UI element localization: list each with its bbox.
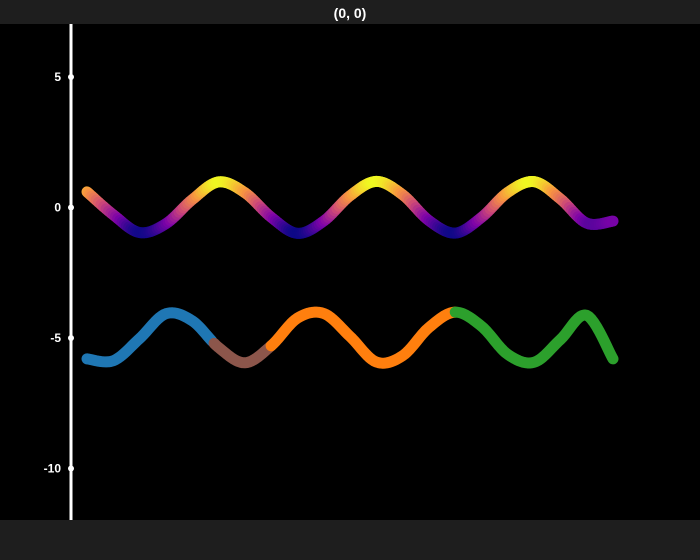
plot-area[interactable]: 5 0 -5 -10 xyxy=(0,24,700,520)
series-segment xyxy=(265,306,461,369)
series-segment xyxy=(208,337,277,369)
plot-window: (0, 0) 5 0 -5 -10 xyxy=(0,0,700,560)
y-tick-label: 0 xyxy=(54,201,61,215)
chart-svg: 5 0 -5 -10 xyxy=(44,24,619,520)
series-segment xyxy=(81,307,218,368)
y-tick-mark xyxy=(68,465,74,472)
y-tick-mark xyxy=(68,74,74,80)
window-title: (0, 0) xyxy=(0,0,700,24)
y-tick-mark xyxy=(68,204,74,211)
y-tick-label: -10 xyxy=(44,462,62,476)
y-tick-mark xyxy=(68,335,74,341)
series-segment xyxy=(449,306,619,369)
bottom-bar xyxy=(0,520,700,560)
y-tick-label: -5 xyxy=(50,331,61,345)
y-tick-label: 5 xyxy=(54,70,61,84)
